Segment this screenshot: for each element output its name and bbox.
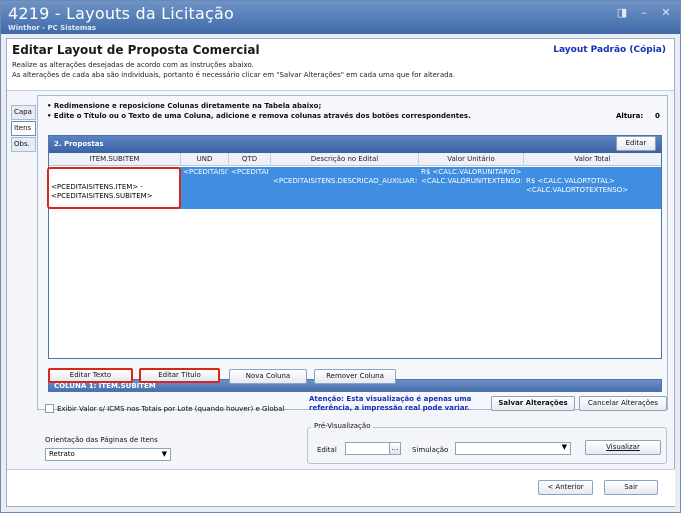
cell-und[interactable]: <PCEDITAISITENS.CODUNIDADE>	[183, 168, 228, 208]
column-header-valor-total[interactable]: Valor Total	[524, 153, 661, 166]
height-label: Altura:	[616, 112, 644, 120]
back-button[interactable]: < Anterior	[538, 480, 593, 495]
tab-itens[interactable]: Itens	[11, 121, 36, 136]
title-bar[interactable]: 4219 - Layouts da Licitação Winthor - PC…	[1, 1, 680, 34]
orientation-value: Retrato	[49, 450, 75, 458]
instruction-line-1: Realize as alterações desejadas de acord…	[12, 61, 254, 69]
app-window: 4219 - Layouts da Licitação Winthor - PC…	[0, 0, 681, 513]
cell-valor-total[interactable]: R$ <CALC.VALORTOTAL> <CALC.VALORTOTEXTEN…	[526, 168, 659, 208]
cell-item-subitem[interactable]: <PCEDITAISITENS.ITEM> - <PCEDITAISITENS.…	[47, 167, 181, 209]
column-header-qtd[interactable]: QTD	[229, 153, 271, 166]
cell-descricao[interactable]: <PCEDITAISITENS.DESCRICAO_AUXILIAR>	[273, 168, 417, 208]
column-header-und[interactable]: UND	[181, 153, 229, 166]
restore-icon[interactable]: ◨	[616, 7, 628, 19]
edital-label: Edital	[317, 446, 337, 454]
icms-checkbox-label: Exibir Valor s/ ICMS nos Totais por Lote…	[57, 404, 285, 413]
proposals-grid: 2. Propostas Editar ITEM.SUBITEM UND QTD…	[47, 135, 662, 359]
tab-obs[interactable]: Obs.	[11, 137, 36, 152]
orientation-select[interactable]: Retrato ▼	[45, 448, 171, 461]
header-panel: Editar Layout de Proposta Comercial Layo…	[7, 39, 674, 91]
edit-text-button[interactable]: Editar Texto	[48, 368, 133, 383]
instruction-bullet-2: • Edite o Título ou o Texto de uma Colun…	[47, 112, 471, 120]
remove-column-button[interactable]: Remover Coluna	[314, 369, 396, 384]
chevron-down-icon[interactable]: ▼	[162, 449, 167, 460]
column-headers: ITEM.SUBITEM UND QTD Descrição no Edital…	[49, 153, 661, 166]
window-subtitle: Winthor - PC Sistemas	[8, 24, 97, 32]
preview-legend: Pré-Visualização	[311, 422, 374, 430]
footer-bar: < Anterior Sair	[7, 469, 675, 506]
tab-capa[interactable]: Capa	[11, 105, 36, 120]
items-panel: • Redimensione e reposicione Colunas dir…	[37, 95, 668, 410]
window-title: 4219 - Layouts da Licitação	[8, 4, 234, 23]
close-icon[interactable]: ✕	[660, 7, 672, 19]
chevron-down-icon[interactable]: ▼	[562, 443, 567, 451]
instruction-line-2: As alterações de cada aba são individuai…	[12, 71, 456, 79]
layout-name: Layout Padrão (Cópia)	[553, 45, 666, 55]
column-header-valor-unitario[interactable]: Valor Unitário	[419, 153, 524, 166]
cancel-changes-button[interactable]: Cancelar Alterações	[579, 396, 667, 411]
height-value: 0	[655, 112, 660, 120]
visualize-button-label: Visualizar	[606, 443, 640, 451]
edit-grid-button[interactable]: Editar	[616, 136, 656, 151]
orientation-label: Orientação das Páginas de Itens	[45, 436, 158, 444]
minimize-icon[interactable]: –	[638, 7, 650, 19]
instruction-bullet-1: • Redimensione e reposicione Colunas dir…	[47, 102, 322, 110]
window-controls: ◨ – ✕	[616, 7, 672, 19]
grid-header: 2. Propostas Editar	[49, 136, 661, 153]
grid-title: 2. Propostas	[54, 140, 104, 148]
page-title: Editar Layout de Proposta Comercial	[12, 43, 260, 57]
save-changes-button[interactable]: Salvar Alterações	[491, 396, 575, 411]
column-header-item-subitem[interactable]: ITEM.SUBITEM	[49, 153, 181, 166]
cell-valor-unitario[interactable]: R$ <CALC.VALORUNITARIO> <CALC.VALORUNITE…	[421, 168, 522, 208]
column-section-label: COLUNA 1: ITEM.SUBITEM	[54, 382, 156, 390]
visualize-button[interactable]: Visualizar	[585, 440, 661, 455]
cell-qtd[interactable]: <PCEDITAISITENS.QUANTIDADE>	[231, 168, 269, 208]
icms-checkbox[interactable]	[45, 404, 54, 413]
simulacao-select[interactable]: ▼	[455, 442, 571, 455]
content-area: Editar Layout de Proposta Comercial Layo…	[6, 38, 675, 507]
simulacao-label: Simulação	[412, 446, 449, 454]
column-header-descricao[interactable]: Descrição no Edital	[271, 153, 419, 166]
vertical-tabs: Capa Itens Obs.	[11, 105, 36, 153]
exit-button[interactable]: Sair	[604, 480, 658, 495]
icms-checkbox-row[interactable]: Exibir Valor s/ ICMS nos Totais por Lote…	[45, 404, 284, 413]
edit-title-button[interactable]: Editar Título	[139, 368, 220, 383]
edital-lookup-button[interactable]: …	[389, 442, 401, 455]
attention-note: Atenção: Esta visualização é apenas uma …	[309, 395, 472, 412]
table-row[interactable]: <PCEDITAISITENS.ITEM> - <PCEDITAISITENS.…	[47, 167, 661, 209]
edital-input[interactable]	[345, 442, 390, 455]
new-column-button[interactable]: Nova Coluna	[229, 369, 307, 384]
